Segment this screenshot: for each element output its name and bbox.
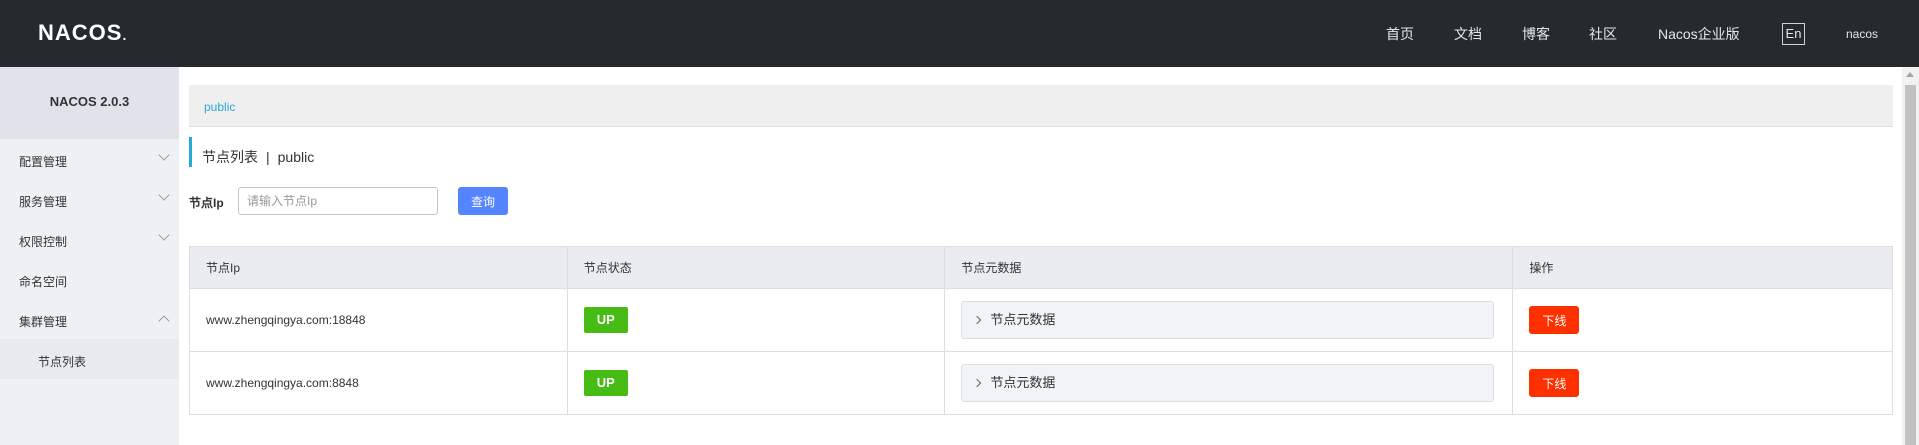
breadcrumb-bar bbox=[189, 85, 1893, 127]
node-metadata-cell: 节点元数据 bbox=[944, 288, 1514, 352]
scroll-up-arrow-icon[interactable] bbox=[1906, 72, 1914, 77]
table-row: www.zhengqingya.com:18848 UP 节点元数据 下线 bbox=[189, 288, 1893, 352]
column-header-status: 节点状态 bbox=[566, 246, 946, 289]
offline-button[interactable]: 下线 bbox=[1529, 306, 1580, 334]
submenu-active-bg bbox=[0, 339, 179, 379]
offline-button[interactable]: 下线 bbox=[1529, 369, 1580, 397]
column-header-action: 操作 bbox=[1512, 246, 1893, 289]
metadata-label: 节点元数据 bbox=[990, 312, 1056, 327]
nacos-logo[interactable]: NACOS. bbox=[38, 20, 127, 46]
title-accent-bar bbox=[189, 137, 192, 167]
column-header-ip: 节点Ip bbox=[189, 246, 568, 289]
version-label: NACOS 2.0.3 bbox=[49, 94, 130, 109]
sidebar-item-config[interactable]: 配置管理 bbox=[19, 153, 67, 170]
nav-community-link[interactable]: 社区 bbox=[1589, 24, 1617, 44]
metadata-collapse[interactable]: 节点元数据 bbox=[961, 364, 1495, 402]
user-menu[interactable]: nacos bbox=[1846, 27, 1878, 41]
node-table: 节点Ip 节点状态 节点元数据 操作 www.zhengqingya.com:1… bbox=[189, 246, 1893, 415]
node-status-cell: UP bbox=[566, 288, 946, 352]
table-row: www.zhengqingya.com:8848 UP 节点元数据 下线 bbox=[189, 351, 1893, 415]
query-button[interactable]: 查询 bbox=[458, 187, 508, 215]
node-ip-cell: www.zhengqingya.com:18848 bbox=[189, 288, 568, 352]
sidebar-item-namespace[interactable]: 命名空间 bbox=[19, 273, 67, 290]
page-title: 节点列表 | public bbox=[202, 149, 315, 165]
sidebar-item-service[interactable]: 服务管理 bbox=[19, 193, 67, 210]
metadata-collapse[interactable]: 节点元数据 bbox=[961, 301, 1495, 339]
table-header-row: 节点Ip 节点状态 节点元数据 操作 bbox=[189, 246, 1893, 289]
nav-blog-link[interactable]: 博客 bbox=[1522, 24, 1550, 44]
column-header-metadata: 节点元数据 bbox=[944, 246, 1514, 289]
node-ip-label: 节点Ip bbox=[189, 196, 224, 210]
status-badge: UP bbox=[583, 370, 628, 396]
node-status-cell: UP bbox=[566, 351, 946, 415]
nav-docs-link[interactable]: 文档 bbox=[1454, 24, 1482, 44]
sidebar-subitem-node-list[interactable]: 节点列表 bbox=[38, 353, 86, 370]
sidebar-item-cluster[interactable]: 集群管理 bbox=[19, 313, 67, 330]
node-metadata-cell: 节点元数据 bbox=[944, 351, 1514, 415]
node-ip-input[interactable] bbox=[238, 187, 438, 215]
nav-enterprise-link[interactable]: Nacos企业版 bbox=[1658, 24, 1740, 44]
language-toggle-button[interactable]: En bbox=[1782, 23, 1805, 45]
node-action-cell: 下线 bbox=[1512, 351, 1893, 415]
nav-home-link[interactable]: 首页 bbox=[1386, 24, 1414, 44]
chevron-right-icon bbox=[973, 378, 982, 388]
status-badge: UP bbox=[583, 307, 628, 333]
metadata-label: 节点元数据 bbox=[990, 375, 1056, 390]
top-header bbox=[0, 0, 1919, 67]
chevron-right-icon bbox=[973, 315, 982, 325]
breadcrumb[interactable]: public bbox=[204, 100, 235, 114]
node-ip-cell: www.zhengqingya.com:8848 bbox=[189, 351, 568, 415]
scrollbar-thumb[interactable] bbox=[1905, 85, 1916, 445]
node-action-cell: 下线 bbox=[1512, 288, 1893, 352]
sidebar-item-auth[interactable]: 权限控制 bbox=[19, 233, 67, 250]
